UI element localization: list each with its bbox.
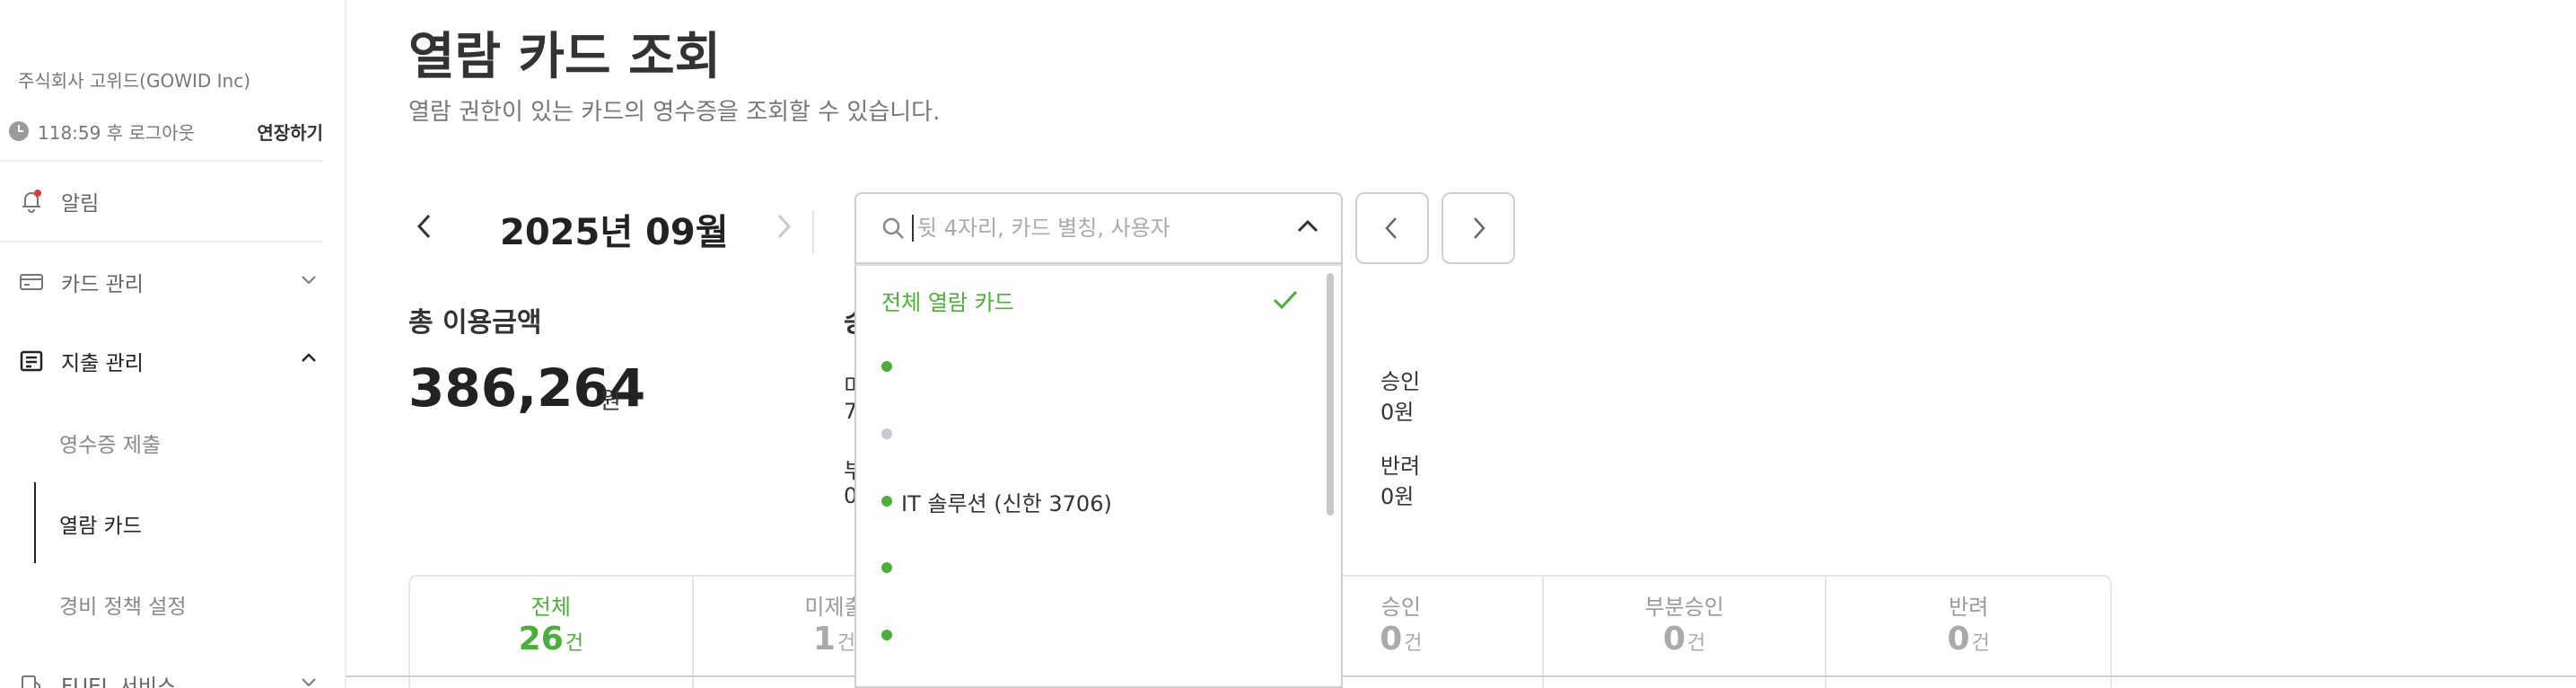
chevron-left-icon [1385,217,1397,239]
card-icon [18,269,45,295]
stat-approved-label: 승인 [1380,369,1421,394]
card-dropdown-list: 전체 열람 카드 IT 솔루션 (신한 3706) [854,264,1343,688]
chevron-up-icon[interactable] [1292,211,1323,245]
receipt-icon [18,348,45,375]
sidebar-item-label: FUEL 서비스 [61,675,177,688]
tab-count: 1 [812,621,836,657]
prev-card-button[interactable] [1355,192,1429,264]
tab-partial-approved[interactable]: 부분승인 0건 [1544,577,1827,688]
divider [0,160,323,162]
chevron-left-icon [416,214,431,239]
tab-unit: 건 [1687,632,1706,655]
divider [346,675,2576,677]
sidebar-sub-view-card[interactable]: 열람 카드 [59,508,142,539]
dropdown-option[interactable] [881,416,901,452]
chevron-down-icon [298,269,320,295]
tab-unit: 건 [1404,632,1423,655]
stat-rejected-value: 0원 [1380,484,1415,509]
text-caret [912,215,914,242]
dropdown-option[interactable] [881,617,901,653]
session-timer: 118:59 후 로그아웃 [38,121,196,144]
chevron-right-icon [777,214,792,239]
next-card-button[interactable] [1441,192,1515,264]
clock-icon [9,121,29,141]
month-label: 2025년 09월 [500,212,729,253]
card-search-input[interactable] [917,216,1276,241]
sidebar: 주식회사 고위드(GOWID Inc) 118:59 후 로그아웃 연장하기 알… [0,0,346,688]
dropdown-option[interactable] [881,550,901,586]
dropdown-option[interactable] [881,348,901,384]
stat-rejected-label: 반려 [1380,454,1421,479]
status-dot [881,496,892,507]
page-description: 열람 권한이 있는 카드의 영수증을 조회할 수 있습니다. [408,99,941,126]
tab-count: 0 [1662,621,1686,657]
tab-label: 부분승인 [1644,595,1724,620]
total-amount-unit: 원 [600,388,621,415]
sidebar-item-label: 카드 관리 [61,273,144,296]
tab-count: 0 [1947,621,1970,657]
bell-icon [18,188,45,215]
tab-label: 전체 [530,595,571,620]
check-icon [1269,284,1301,320]
dropdown-scrollbar[interactable] [1327,273,1334,516]
fuel-icon [18,671,45,688]
tab-all[interactable]: 전체 26건 [410,577,694,688]
tab-label: 반려 [1949,595,1989,620]
stat-approved-value: 0원 [1380,400,1415,425]
status-dot [881,428,892,439]
chevron-up-icon [298,348,320,375]
dropdown-option-all[interactable]: 전체 열람 카드 [881,282,1014,318]
sidebar-item-alarm[interactable]: 알림 [18,181,323,221]
sidebar-sub-receipt-submit[interactable]: 영수증 제출 [59,428,161,458]
status-dot [881,630,892,640]
prev-month-button[interactable] [408,208,441,244]
search-icon [880,215,907,242]
extend-session-button[interactable]: 연장하기 [257,119,323,145]
divider [812,210,814,253]
status-dot [881,562,892,573]
next-month-button[interactable] [767,208,800,244]
divider [0,241,323,243]
option-label: IT 솔루션 (신한 3706) [901,490,1112,516]
sidebar-item-label: 알림 [61,192,100,216]
sidebar-sub-policy[interactable]: 경비 정책 설정 [59,589,187,620]
chevron-down-icon [298,671,320,688]
tab-unit: 건 [565,632,584,655]
status-dot [881,361,892,372]
company-name: 주식회사 고위드(GOWID Inc) [18,70,251,92]
tab-count: 26 [518,621,564,657]
active-indicator [34,482,36,563]
session-info: 118:59 후 로그아웃 연장하기 [9,119,323,144]
dropdown-option[interactable]: IT 솔루션 (신한 3706) [881,483,1112,519]
page-title: 열람 카드 조회 [408,28,722,86]
total-amount-label: 총 이용금액 [408,307,542,339]
sidebar-item-fuel[interactable]: FUEL 서비스 [18,665,323,688]
tab-count: 0 [1380,621,1403,657]
sidebar-item-card-manage[interactable]: 카드 관리 [18,262,323,302]
sidebar-item-label: 지출 관리 [61,352,144,375]
tab-rejected[interactable]: 반려 0건 [1827,577,2110,688]
chevron-right-icon [1474,217,1485,239]
tab-unit: 건 [837,632,856,655]
tab-unit: 건 [1971,632,1990,655]
card-search-combobox[interactable] [854,192,1343,264]
sidebar-item-expense-manage[interactable]: 지출 관리 [18,341,323,381]
